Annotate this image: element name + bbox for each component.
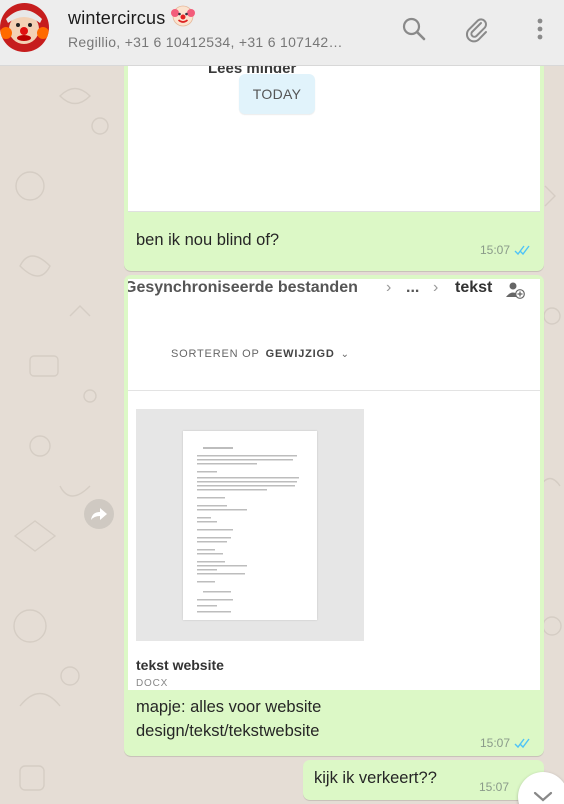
chevron-down-icon: ⌄ — [340, 348, 350, 360]
today-label: TODAY — [239, 74, 315, 114]
chevron-down-icon — [533, 791, 553, 802]
add-person-icon — [505, 281, 525, 301]
message-caption-3: kijk ik verkeert?? — [314, 769, 437, 787]
message-meta-2: 15:07 — [480, 736, 531, 750]
menu-icon[interactable] — [526, 15, 554, 43]
sort-value: GEWIJZIGD — [265, 348, 335, 360]
chat-area[interactable]: Lees minder TODAY ben ik nou blind of? 1… — [0, 66, 564, 804]
screenshot-image-1[interactable]: Lees minder TODAY — [128, 66, 540, 212]
forward-icon — [91, 508, 107, 520]
breadcrumb-tekst: tekst — [455, 279, 493, 296]
message-time-1: 15:07 — [480, 243, 511, 257]
message-time-3: 15:07 — [479, 780, 510, 794]
message-meta-3: 15:07 — [479, 780, 509, 794]
file-thumbnail — [136, 409, 364, 641]
message-time-2: 15:07 — [480, 736, 511, 750]
message-caption-2-line-2: design/tekst/tekstwebsite — [136, 722, 320, 740]
document-preview — [183, 431, 317, 620]
read-ticks-icon — [514, 245, 530, 255]
read-ticks-icon — [514, 738, 530, 748]
chat-title-row[interactable]: wintercircus — [68, 4, 196, 33]
chevron-right-icon: › — [433, 279, 439, 296]
breadcrumb-ellipsis: ... — [406, 279, 420, 296]
avatar[interactable] — [0, 3, 49, 52]
message-bubble-2[interactable]: Gesynchroniseerde bestanden › ... › teks… — [124, 275, 544, 756]
message-bubble-1[interactable]: Lees minder TODAY ben ik nou blind of? 1… — [124, 66, 544, 271]
forward-button[interactable] — [84, 499, 114, 529]
divider — [128, 390, 540, 391]
breadcrumb-synced-files: Gesynchroniseerde bestanden — [128, 279, 358, 296]
sort-row: SORTEREN OP GEWIJZIGD ⌄ — [171, 348, 350, 360]
chat-participants: Regillio, +31 6 10412534, +31 6 107142… — [68, 34, 343, 50]
chat-header: wintercircus Regillio, +31 6 10412534, +… — [0, 0, 564, 66]
message-caption-1: ben ik nou blind of? — [136, 231, 280, 249]
screenshot-breadcrumb: Gesynchroniseerde bestanden › ... › teks… — [128, 279, 540, 301]
chat-name: wintercircus — [68, 7, 166, 28]
file-name: tekst website — [136, 657, 224, 673]
message-bubble-3[interactable]: kijk ik verkeert?? 15:07 — [303, 760, 544, 800]
sort-label: SORTEREN OP — [171, 348, 260, 360]
clown-emoji — [171, 4, 196, 33]
screenshot-image-2[interactable]: Gesynchroniseerde bestanden › ... › teks… — [128, 279, 540, 690]
message-meta-1: 15:07 — [480, 243, 531, 257]
message-caption-2-line-1: mapje: alles voor website — [136, 698, 322, 716]
file-type: DOCX — [136, 678, 169, 689]
attach-icon[interactable] — [462, 15, 490, 43]
chevron-right-icon: › — [386, 279, 392, 296]
search-icon[interactable] — [400, 15, 428, 43]
